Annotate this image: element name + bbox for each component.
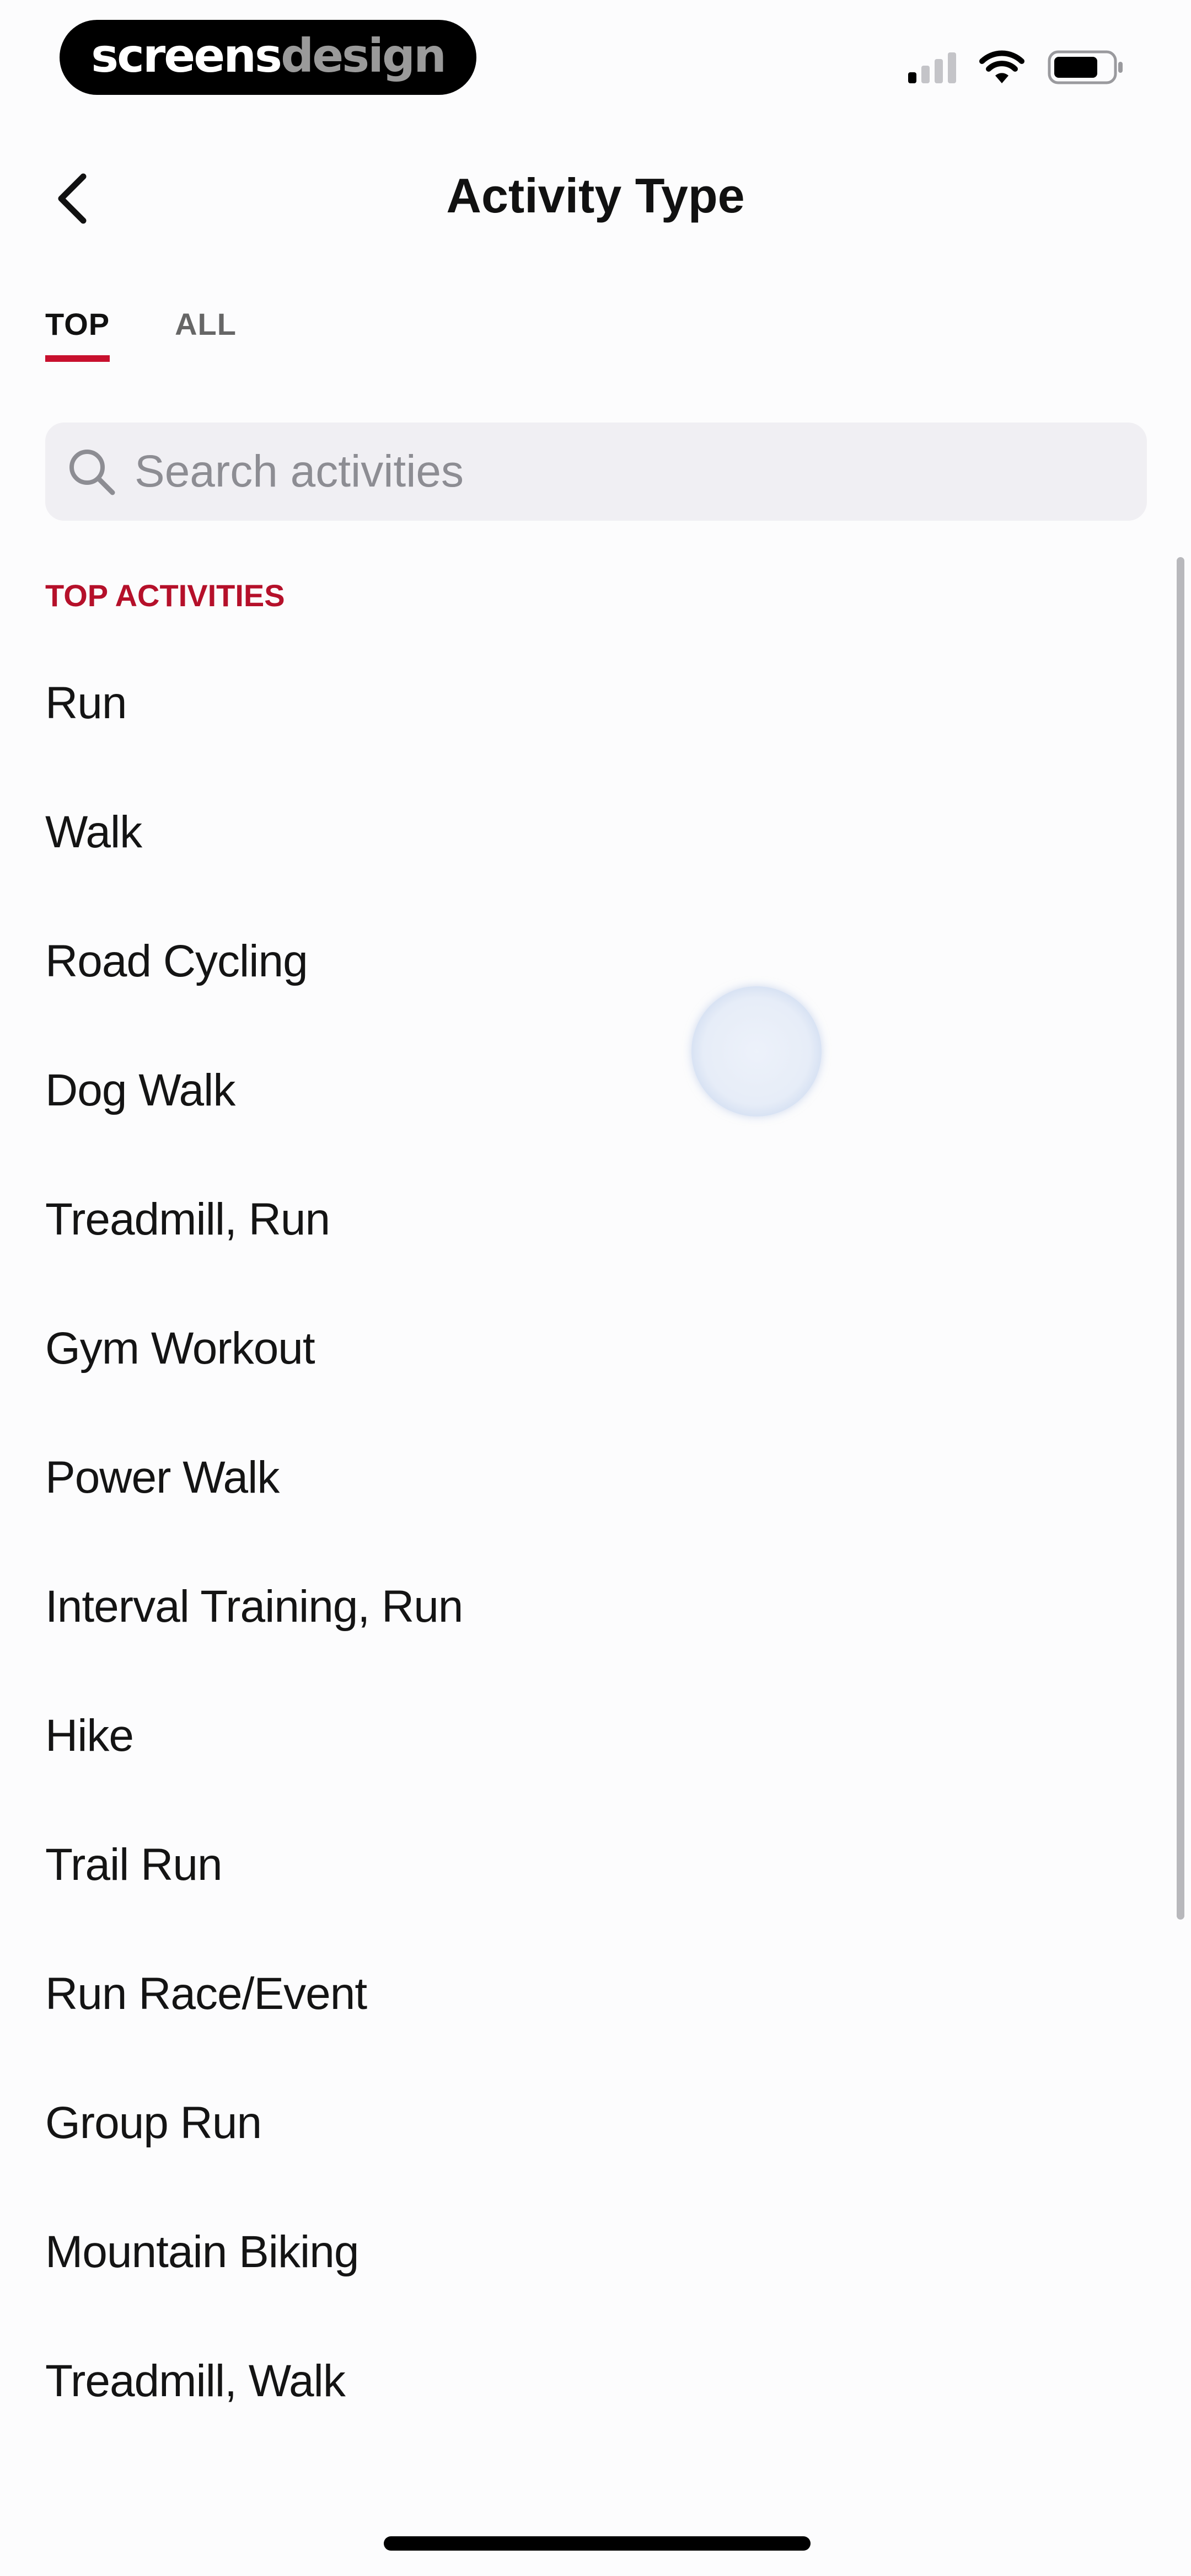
search-icon [69, 450, 115, 495]
activity-item-trail-run[interactable]: Trail Run [0, 1800, 1191, 1930]
tab-all[interactable]: ALL [175, 302, 237, 368]
activity-item-hike[interactable]: Hike [0, 1671, 1191, 1800]
activity-item-interval-training-run[interactable]: Interval Training, Run [0, 1542, 1191, 1671]
status-icons [908, 45, 1125, 89]
brand-text-secondary: design [281, 29, 447, 83]
tab-top[interactable]: TOP [45, 302, 110, 368]
activity-item-gym-workout[interactable]: Gym Workout [0, 1284, 1191, 1413]
activity-item-walk[interactable]: Walk [0, 768, 1191, 897]
tab-bar: TOP ALL [45, 302, 237, 368]
home-indicator[interactable] [384, 2536, 811, 2551]
search-input[interactable] [133, 445, 1106, 498]
wifi-icon [979, 50, 1024, 83]
section-title-top-activities: TOP ACTIVITIES [45, 578, 285, 613]
brand-logo: screens design [60, 20, 476, 95]
activity-item-treadmill-walk[interactable]: Treadmill, Walk [0, 2317, 1191, 2446]
status-bar: screens design [0, 0, 1191, 121]
cellular-signal-icon [908, 51, 956, 83]
activity-item-dog-walk[interactable]: Dog Walk [0, 1026, 1191, 1155]
activity-item-road-cycling[interactable]: Road Cycling [0, 897, 1191, 1026]
search-bar[interactable] [45, 423, 1147, 521]
activity-item-mountain-biking[interactable]: Mountain Biking [0, 2188, 1191, 2317]
scrollbar[interactable] [1177, 557, 1184, 1920]
activity-item-treadmill-run[interactable]: Treadmill, Run [0, 1155, 1191, 1284]
activity-item-run[interactable]: Run [0, 639, 1191, 768]
activity-item-run-race-event[interactable]: Run Race/Event [0, 1930, 1191, 2059]
touch-indicator [691, 986, 822, 1116]
battery-icon [1048, 50, 1123, 84]
activity-list: Run Walk Road Cycling Dog Walk Treadmill… [0, 639, 1191, 2446]
header: Activity Type [0, 149, 1191, 243]
activity-item-power-walk[interactable]: Power Walk [0, 1413, 1191, 1542]
brand-text-primary: screens [91, 29, 282, 83]
page-title: Activity Type [446, 168, 745, 223]
activity-item-group-run[interactable]: Group Run [0, 2059, 1191, 2188]
